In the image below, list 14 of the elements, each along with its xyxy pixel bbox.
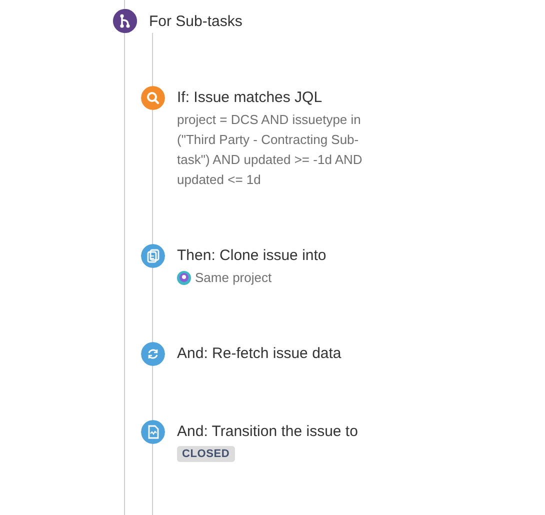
branch-title[interactable]: For Sub-tasks (149, 12, 242, 30)
document-chart-icon (141, 420, 165, 444)
step-title[interactable]: And: Re-fetch issue data (177, 344, 342, 364)
refresh-icon (141, 342, 165, 366)
search-icon (141, 86, 165, 110)
step-title[interactable]: Then: Clone issue into (177, 246, 326, 266)
status-lozenge: CLOSED (177, 446, 235, 462)
step-title[interactable]: And: Transition the issue to (177, 422, 358, 442)
branch-icon (113, 9, 137, 33)
step-title[interactable]: If: Issue matches JQL (177, 88, 387, 108)
documents-icon (141, 244, 165, 268)
project-name: Same project (195, 269, 272, 287)
project-avatar-icon (177, 271, 191, 285)
jql-query: project = DCS AND issuetype in ("Third Party - Contracting Sub-task") AND updated >= -1d AND updated <= 1d (177, 111, 364, 189)
